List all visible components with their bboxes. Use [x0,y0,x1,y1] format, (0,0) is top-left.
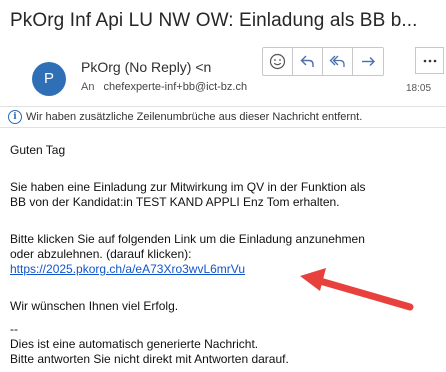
red-arrow-annotation [300,268,414,311]
